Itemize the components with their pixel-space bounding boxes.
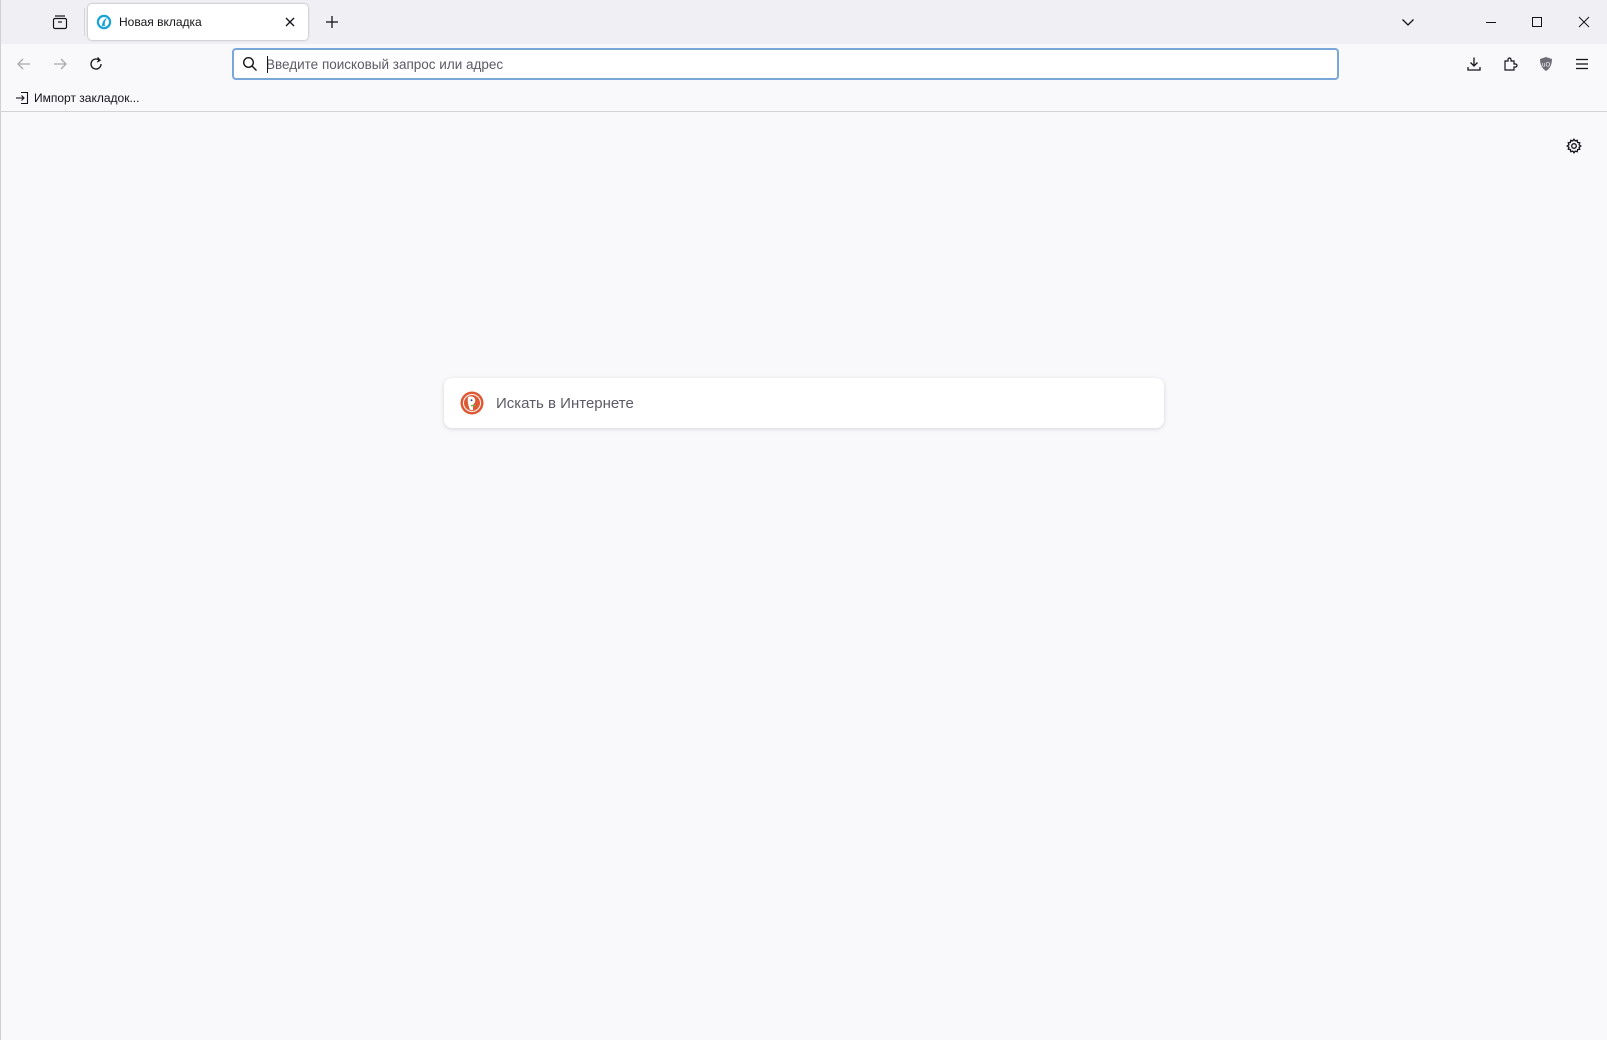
import-bookmarks-label: Импорт закладок... xyxy=(34,91,140,105)
address-bar[interactable] xyxy=(232,48,1339,80)
back-button[interactable] xyxy=(8,48,40,80)
minimize-button[interactable] xyxy=(1468,0,1514,44)
firefox-icon xyxy=(96,14,112,30)
duckduckgo-icon xyxy=(460,391,484,415)
close-icon xyxy=(1578,16,1590,28)
all-tabs-button[interactable] xyxy=(1392,6,1424,38)
app-menu-button[interactable] xyxy=(1566,48,1598,80)
forward-button[interactable] xyxy=(44,48,76,80)
ublock-button[interactable]: uO xyxy=(1530,48,1562,80)
tab-strip: Новая вкладка xyxy=(0,0,1607,44)
tab-list-button[interactable] xyxy=(44,6,76,38)
close-window-button[interactable] xyxy=(1560,0,1607,44)
text-caret xyxy=(267,56,268,73)
gear-icon xyxy=(1566,138,1582,154)
download-icon xyxy=(1466,56,1482,72)
import-icon xyxy=(14,90,30,106)
search-icon xyxy=(240,54,260,74)
svg-text:uO: uO xyxy=(1542,62,1551,69)
extensions-button[interactable] xyxy=(1494,48,1526,80)
reload-button[interactable] xyxy=(80,48,112,80)
address-input[interactable] xyxy=(266,52,1337,76)
chevron-down-icon xyxy=(1401,15,1415,29)
hamburger-menu-icon xyxy=(1574,56,1590,72)
import-bookmarks-button[interactable]: Импорт закладок... xyxy=(10,87,143,109)
personalize-button[interactable] xyxy=(1558,130,1590,162)
web-search-placeholder: Искать в Интернете xyxy=(496,394,634,412)
window-border xyxy=(0,0,1,1040)
minimize-icon xyxy=(1485,16,1497,28)
downloads-button[interactable] xyxy=(1458,48,1490,80)
new-tab-button[interactable] xyxy=(316,6,348,38)
web-search-box[interactable]: Искать в Интернете xyxy=(444,378,1164,428)
ublock-shield-icon: uO xyxy=(1538,56,1554,72)
maximize-button[interactable] xyxy=(1514,0,1560,44)
arrow-right-icon xyxy=(52,56,68,72)
puzzle-icon xyxy=(1502,56,1518,72)
browser-window: Новая вкладка Введите поисковый запрос и… xyxy=(0,0,1607,1040)
navigation-toolbar: uO xyxy=(0,44,1607,84)
plus-icon xyxy=(325,15,339,29)
bookmarks-toolbar: Импорт закладок... xyxy=(0,84,1607,112)
arrow-left-icon xyxy=(16,56,32,72)
close-icon[interactable] xyxy=(280,12,300,32)
new-tab-page: Искать в Интернете xyxy=(0,112,1607,1040)
reload-icon xyxy=(88,56,104,72)
tab-title: Новая вкладка xyxy=(119,15,202,29)
tab-strip-divider xyxy=(84,8,85,36)
tab-list-icon xyxy=(52,14,68,30)
tab-new-tab[interactable]: Новая вкладка xyxy=(88,4,308,40)
maximize-icon xyxy=(1531,16,1543,28)
